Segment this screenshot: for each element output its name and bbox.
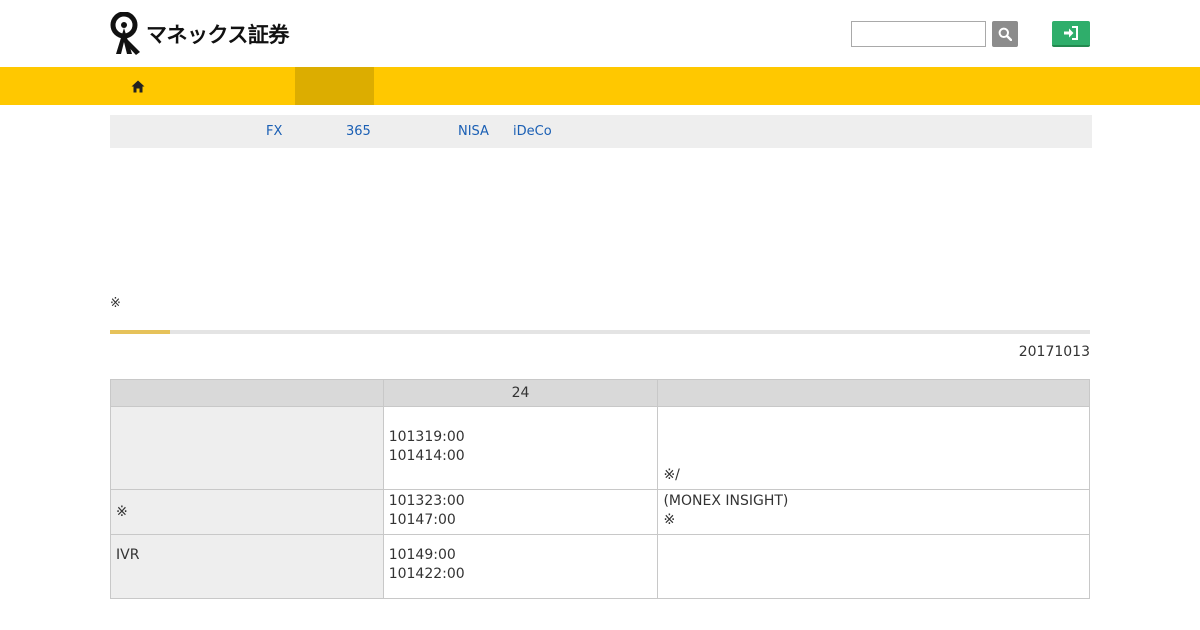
row-label: ※ — [110, 489, 384, 535]
home-icon — [131, 80, 144, 92]
global-nav — [0, 67, 1200, 105]
table-header-cell — [110, 379, 384, 407]
time-value: 101323:00 — [388, 493, 465, 509]
time-cell: 10149:00 101422:00 — [382, 534, 659, 599]
login-button[interactable] — [1052, 21, 1090, 47]
subnav-link-ideco[interactable]: iDeCo — [513, 124, 552, 139]
table-header-cell: 24 — [382, 379, 659, 407]
time-value: 10147:00 — [388, 512, 456, 528]
subnav-link-fx[interactable]: FX — [266, 124, 282, 139]
sign-in-icon — [1064, 26, 1078, 40]
note-cell: ※/ — [657, 406, 1090, 490]
sub-nav: FX 365 NISA iDeCo — [110, 115, 1092, 148]
time-cell: 101319:00 101414:00 — [382, 406, 659, 490]
table-row: 101319:00 101414:00 ※/ — [110, 406, 1090, 490]
monex-logo[interactable]: マネックス証券 — [110, 12, 289, 56]
title-underline-accent — [110, 330, 170, 334]
time-value: 101422:00 — [388, 566, 465, 582]
schedule-table: 24 101319:00 101414:00 ※/ ※ 101323:00 10… — [110, 379, 1090, 599]
note-text: ※ — [663, 512, 676, 528]
date-label: 20171013 — [1018, 344, 1090, 360]
note-text: ※/ — [663, 467, 680, 483]
search-input[interactable] — [851, 21, 986, 47]
logo-text: マネックス証券 — [146, 23, 289, 47]
table-row: IVR 10149:00 101422:00 — [110, 534, 1090, 599]
note-cell: (MONEX INSIGHT) ※ — [657, 489, 1090, 535]
search-button[interactable] — [992, 21, 1018, 47]
subnav-link-365[interactable]: 365 — [346, 124, 371, 139]
time-cell: 101323:00 10147:00 — [382, 489, 659, 535]
site-header: マネックス証券 — [0, 0, 1200, 67]
note-cell — [657, 534, 1090, 599]
nav-item-active[interactable] — [295, 67, 374, 105]
row-label — [110, 406, 384, 490]
nav-home[interactable] — [110, 67, 165, 105]
note-text: (MONEX INSIGHT) — [663, 493, 789, 509]
note-mark: ※ — [110, 296, 121, 311]
time-value: 10149:00 — [388, 547, 456, 563]
table-header-row: 24 — [110, 379, 1090, 407]
table-header-cell — [657, 379, 1090, 407]
search-icon — [998, 27, 1012, 41]
table-row: ※ 101323:00 10147:00 (MONEX INSIGHT) ※ — [110, 489, 1090, 535]
subnav-link-nisa[interactable]: NISA — [458, 124, 489, 139]
time-value: 101319:00 — [388, 429, 465, 445]
monex-logo-icon — [110, 12, 140, 55]
row-label: IVR — [110, 534, 384, 599]
time-value: 101414:00 — [388, 448, 465, 464]
title-underline — [110, 330, 1090, 334]
